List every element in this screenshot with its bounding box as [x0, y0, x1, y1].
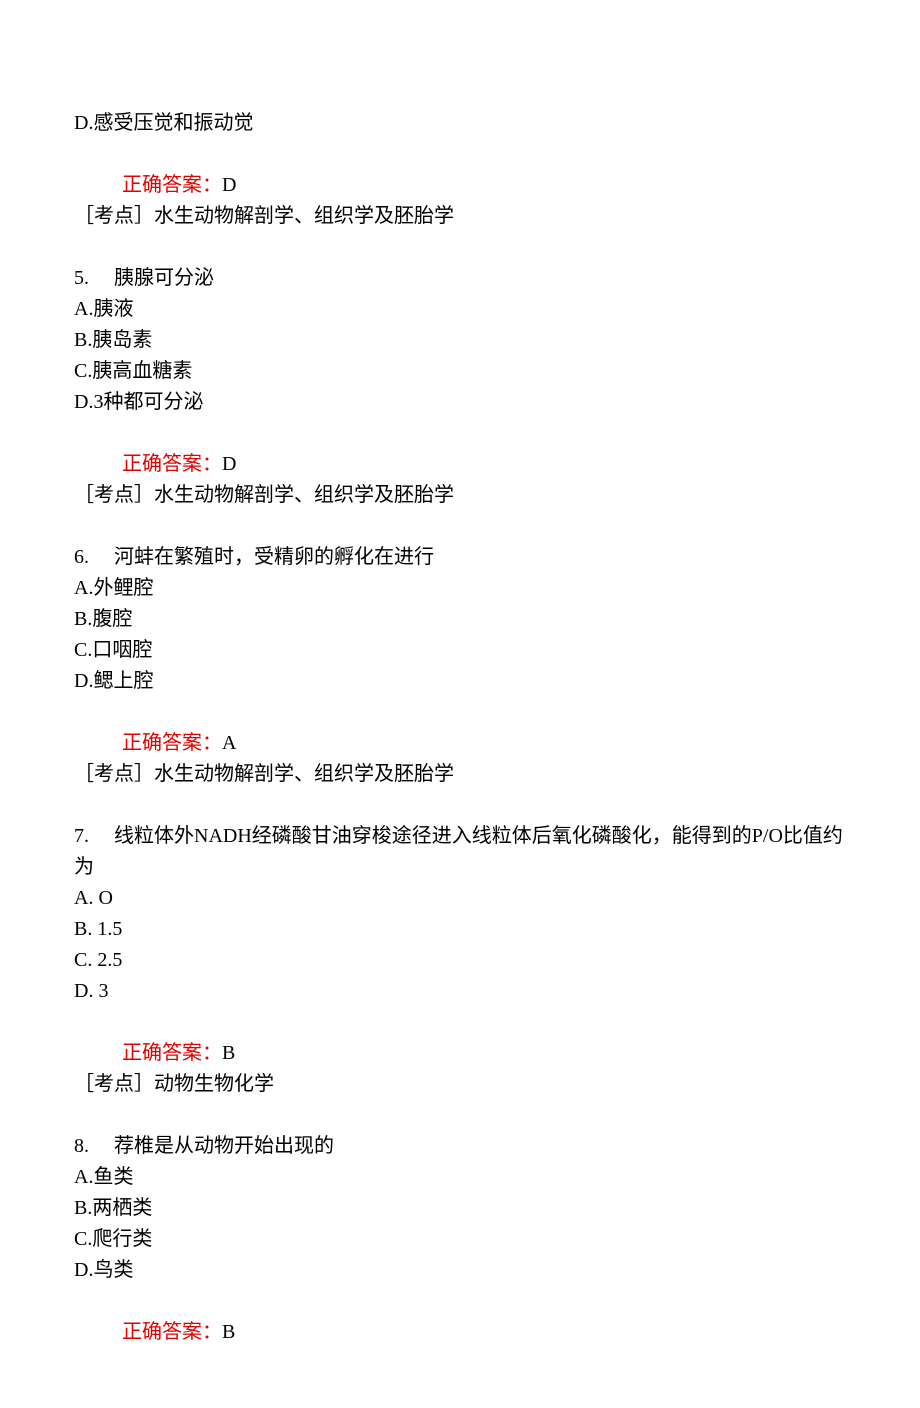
- q4-option-d: D.感受压觉和振动觉: [74, 108, 846, 139]
- q7-option-b: B. 1.5: [74, 914, 846, 945]
- q5-stem: 5. 胰腺可分泌: [74, 263, 846, 294]
- q5-option-b: B.胰岛素: [74, 325, 846, 356]
- q8-answer-value: B: [222, 1321, 235, 1343]
- q6-option-a: A.外鲤腔: [74, 573, 846, 604]
- q4-answer-line: 正确答案：D: [74, 139, 846, 201]
- spacer: [74, 1100, 846, 1131]
- q8-option-c: C.爬行类: [74, 1224, 846, 1255]
- q6-answer-value: A: [222, 732, 236, 754]
- spacer: [74, 511, 846, 542]
- q8-option-b: B.两栖类: [74, 1193, 846, 1224]
- q8-option-d: D.鸟类: [74, 1255, 846, 1286]
- q7-topic: ［考点］动物生物化学: [74, 1069, 846, 1100]
- q7-answer-line: 正确答案：B: [74, 1007, 846, 1069]
- q5-option-d: D.3种都可分泌: [74, 387, 846, 418]
- q5-option-a: A.胰液: [74, 294, 846, 325]
- q4-answer-value: D: [222, 174, 236, 196]
- q6-answer-line: 正确答案：A: [74, 697, 846, 759]
- q5-answer-label: 正确答案：: [122, 453, 222, 475]
- q6-answer-label: 正确答案：: [122, 732, 222, 754]
- q6-stem: 6. 河蚌在繁殖时，受精卵的孵化在进行: [74, 542, 846, 573]
- q8-option-a: A.鱼类: [74, 1162, 846, 1193]
- q5-topic: ［考点］水生动物解剖学、组织学及胚胎学: [74, 480, 846, 511]
- q7-option-d: D. 3: [74, 976, 846, 1007]
- spacer: [74, 790, 846, 821]
- q7-answer-value: B: [222, 1042, 235, 1064]
- q8-answer-label: 正确答案：: [122, 1321, 222, 1343]
- q5-answer-line: 正确答案：D: [74, 418, 846, 480]
- q6-option-d: D.鳃上腔: [74, 666, 846, 697]
- spacer: [74, 232, 846, 263]
- q5-answer-value: D: [222, 453, 236, 475]
- q6-option-b: B.腹腔: [74, 604, 846, 635]
- q6-option-c: C.口咽腔: [74, 635, 846, 666]
- q4-topic: ［考点］水生动物解剖学、组织学及胚胎学: [74, 201, 846, 232]
- q4-answer-label: 正确答案：: [122, 174, 222, 196]
- q7-stem: 7. 线粒体外NADH经磷酸甘油穿梭途径进入线粒体后氧化磷酸化，能得到的P/O比…: [74, 821, 846, 883]
- q8-stem: 8. 荐椎是从动物开始出现的: [74, 1131, 846, 1162]
- q6-topic: ［考点］水生动物解剖学、组织学及胚胎学: [74, 759, 846, 790]
- q7-option-c: C. 2.5: [74, 945, 846, 976]
- q7-answer-label: 正确答案：: [122, 1042, 222, 1064]
- q5-option-c: C.胰高血糖素: [74, 356, 846, 387]
- q8-answer-line: 正确答案：B: [74, 1286, 846, 1348]
- q7-option-a: A. O: [74, 883, 846, 914]
